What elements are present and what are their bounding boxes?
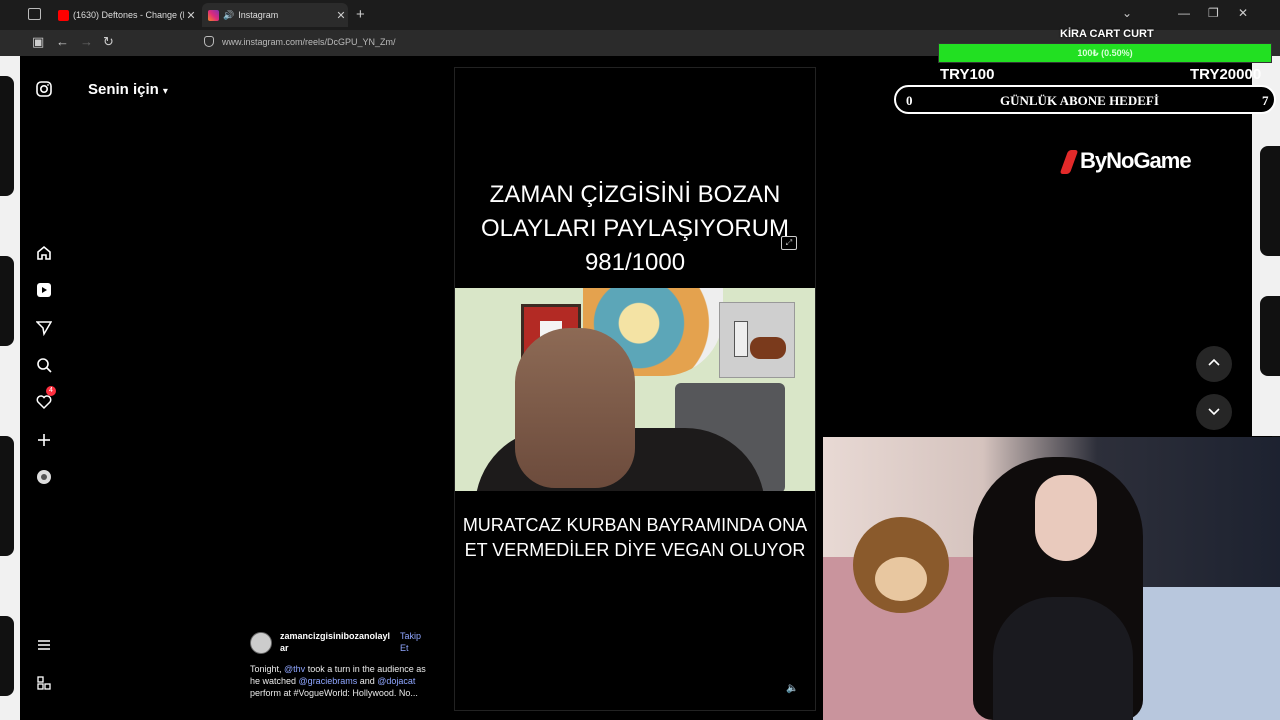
reels-icon[interactable] <box>34 282 54 302</box>
reload-icon[interactable]: ↻ <box>103 34 114 50</box>
close-tab-icon[interactable]: ✕ <box>334 9 348 22</box>
instagram-sidebar: 4 <box>20 56 70 720</box>
feed-selector-label: Senin için <box>88 81 159 98</box>
previous-reel-button[interactable] <box>1196 346 1232 382</box>
reel-video[interactable]: ZAMAN ÇİZGİSİNİ BOZAN OLAYLARI PAYLAŞIYO… <box>454 67 816 711</box>
window-close-icon[interactable]: ✕ <box>1238 6 1248 20</box>
tab-actions-icon[interactable] <box>28 8 41 20</box>
close-tab-icon[interactable]: ✕ <box>184 9 198 22</box>
donation-goal-progress: 100₺ (0.50%) <box>1077 48 1133 58</box>
reel-headline: ZAMAN ÇİZGİSİNİ BOZAN OLAYLARI PAYLAŞIYO… <box>480 181 790 276</box>
webcam-feed <box>823 437 1280 720</box>
url-field[interactable]: www.instagram.com/reels/DcGPU_YN_Zm/ <box>222 37 396 47</box>
webcam-person-face <box>1035 475 1097 561</box>
sidebar-toggle-icon[interactable]: ▣ <box>32 34 44 50</box>
post-username[interactable]: zamancizgisinibozanolaylar <box>280 630 392 654</box>
caption-text: perform at #VogueWorld: Hollywood. No... <box>250 688 418 698</box>
brand-name: ByNoGame <box>1080 148 1192 173</box>
notifications-icon[interactable] <box>34 394 54 414</box>
caption-text: Tonight, <box>250 664 285 674</box>
search-icon[interactable] <box>34 357 54 377</box>
person-head <box>515 328 635 488</box>
site-info-icon[interactable] <box>204 36 214 47</box>
reel-bottom-panel: MURATCAZ KURBAN BAYRAMINDA ONA ET VERMED… <box>455 491 815 710</box>
webcam-person-body <box>993 597 1133 720</box>
tab-search-icon[interactable]: ⌄ <box>1122 6 1132 20</box>
backdrop-shape <box>0 76 14 196</box>
background-strip-left <box>0 56 20 720</box>
sub-goal-current: 0 <box>906 93 913 108</box>
minimize-icon[interactable]: — <box>1178 6 1190 20</box>
browser-tab-bar: (1630) Deftones - Change (In Th ✕ 🔊 Inst… <box>0 0 1280 30</box>
inset-person <box>734 321 748 357</box>
reel-top-panel: ZAMAN ÇİZGİSİNİ BOZAN OLAYLARI PAYLAŞIYO… <box>455 68 815 289</box>
back-icon[interactable]: ← <box>56 34 69 49</box>
caption-text: and <box>357 676 378 686</box>
more-icon[interactable] <box>34 675 54 695</box>
webcam-pillow <box>1133 587 1280 720</box>
forward-icon[interactable]: → <box>80 34 93 49</box>
avatar[interactable] <box>250 632 272 654</box>
donation-goal-max: TRY20000 <box>1190 66 1262 83</box>
mention-link[interactable]: @graciebrams <box>299 676 358 686</box>
webcam-plush-toy <box>853 517 949 613</box>
inset-cow <box>750 337 786 359</box>
chevron-up-icon <box>1208 358 1220 366</box>
tab-youtube[interactable]: (1630) Deftones - Change (In Th ✕ <box>52 3 198 27</box>
menu-icon[interactable] <box>34 637 54 657</box>
backdrop-shape <box>0 436 14 556</box>
mention-link[interactable]: @dojacat <box>377 676 415 686</box>
reel-caption: MURATCAZ KURBAN BAYRAMINDA ONA ET VERMED… <box>462 515 808 560</box>
chevron-down-icon <box>1208 408 1220 416</box>
sub-goal-target: 7 <box>1262 93 1269 108</box>
backdrop-shape <box>1260 296 1280 376</box>
tab-title: (1630) Deftones - Change (In Th <box>73 10 184 20</box>
instagram-logo-icon[interactable] <box>34 81 54 101</box>
profile-icon[interactable] <box>34 469 54 489</box>
follow-button[interactable]: Takip Et <box>400 630 428 654</box>
backdrop-shape <box>0 256 14 346</box>
brand-logo: ByNoGame <box>1059 148 1192 175</box>
donation-goal-bar: 100₺ (0.50%) <box>938 43 1272 63</box>
instagram-icon <box>208 9 219 21</box>
chevron-down-icon: ▾ <box>162 86 168 97</box>
backdrop-shape <box>1260 146 1280 256</box>
tab-instagram[interactable]: 🔊 Instagram ✕ <box>202 3 348 27</box>
restore-icon[interactable]: ❐ <box>1208 6 1219 20</box>
backdrop-shape <box>0 616 14 696</box>
messages-icon[interactable] <box>34 320 54 340</box>
next-reel-button[interactable] <box>1196 394 1232 430</box>
mention-link[interactable]: @thv <box>284 664 305 674</box>
create-icon[interactable] <box>34 432 54 452</box>
reel-photo <box>455 288 815 491</box>
youtube-icon <box>58 9 69 21</box>
donation-goal-min: TRY100 <box>940 66 995 83</box>
expand-icon[interactable]: ⤢ <box>781 236 797 250</box>
sub-goal-label: GÜNLÜK ABONE HEDEFİ <box>1000 93 1159 108</box>
audio-playing-icon[interactable]: 🔊 <box>223 10 234 21</box>
tab-title: Instagram <box>238 10 279 20</box>
new-tab-button[interactable]: + <box>356 6 365 23</box>
post-caption[interactable]: Tonight, @thv took a turn in the audienc… <box>250 663 432 699</box>
subscriber-goal: 0 GÜNLÜK ABONE HEDEFİ 7 <box>894 85 1276 114</box>
home-icon[interactable] <box>34 245 54 265</box>
inset-photo <box>719 302 795 378</box>
feed-selector[interactable]: Senin için ▾ <box>88 81 168 98</box>
donation-goal-title: KİRA CART CURT <box>1060 28 1154 40</box>
volume-icon[interactable]: 🔈 <box>786 683 798 694</box>
